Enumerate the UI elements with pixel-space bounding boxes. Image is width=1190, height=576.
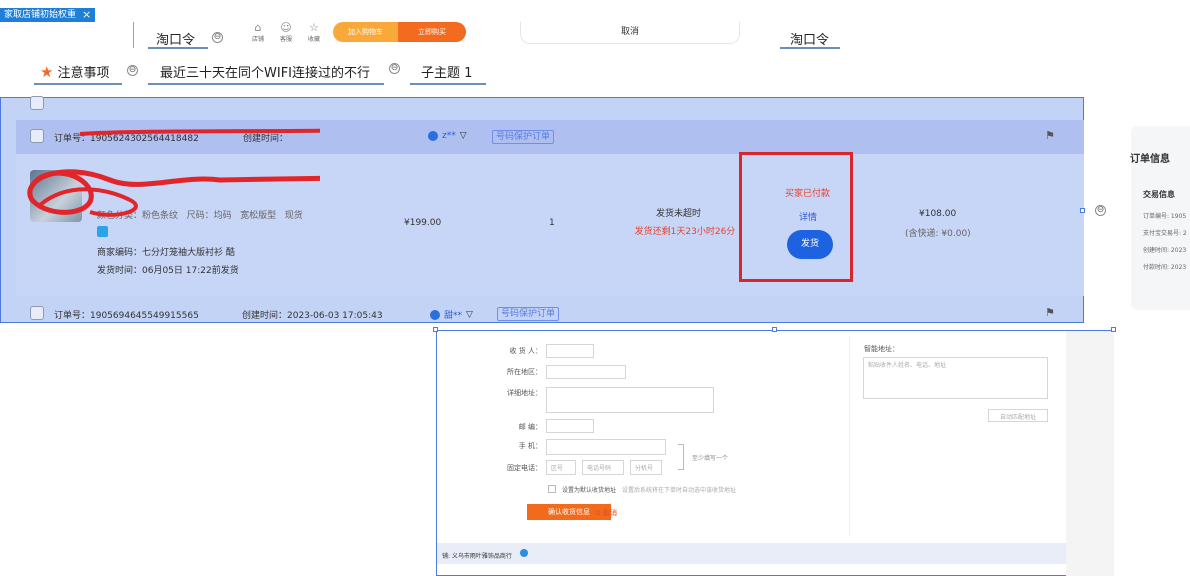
order-checkbox[interactable] — [30, 129, 44, 143]
default-hint: 设置后系统将在下单时自动选中该收货地址 — [622, 487, 737, 494]
detail-textarea[interactable] — [546, 387, 714, 413]
shop-icon: ⌂ 店铺 — [251, 21, 264, 44]
node-taokou-left[interactable]: 淘口令 — [156, 29, 195, 48]
product-thumbnail[interactable] — [30, 170, 82, 222]
star-icon: ★ — [40, 62, 54, 81]
receiver-label: 收 货 人： — [509, 347, 542, 355]
info-row: 订单编号: 1905 — [1143, 213, 1187, 220]
node-notes[interactable]: ★ 注意事项 — [40, 62, 110, 82]
bracket — [678, 444, 684, 470]
window-tab-title: 家取店铺初始权重 — [4, 10, 77, 20]
divider — [849, 336, 850, 536]
info-row: 支付宝交易号: 2 — [1143, 230, 1187, 237]
collapse-icon[interactable]: ⊖ — [127, 65, 138, 76]
connector-line — [780, 47, 840, 49]
highlight-box — [739, 152, 853, 282]
receiver-input[interactable] — [546, 344, 594, 358]
merchant-code: 商家编码：七分灯笼袖大版衬衫 酷 — [97, 248, 235, 258]
node-wifi-rule[interactable]: 最近三十天在同个WIFI连接过的不行 — [160, 62, 370, 81]
chat-icon[interactable] — [520, 549, 528, 557]
mobile-label: 手 机： — [518, 442, 542, 450]
buyer-avatar-icon — [430, 309, 440, 320]
resize-handle[interactable] — [1080, 208, 1085, 213]
resize-handle[interactable] — [772, 327, 777, 332]
default-checkbox[interactable] — [548, 485, 556, 493]
connector-line — [133, 22, 134, 48]
filter-icon[interactable]: ▽ — [460, 131, 467, 141]
ship-remaining: 发货还剩1天23小时26分 — [634, 227, 736, 237]
close-icon[interactable]: × — [82, 8, 91, 22]
collapse-icon[interactable]: ⊖ — [389, 63, 400, 74]
protect-tag: 号码保护订单 — [497, 307, 560, 321]
phone-label: 固定电话： — [507, 464, 542, 472]
store-bar — [437, 543, 1066, 564]
node-cancel[interactable]: 取消 — [520, 22, 740, 44]
total-amount: ¥108.00 — [919, 209, 957, 219]
ship-deadline: 发货时间：06月05日 17:22前发货 — [97, 266, 239, 276]
cancel-link[interactable]: ⊙ 取消 — [595, 508, 617, 518]
service-icon: ☺ 客服 — [279, 21, 292, 44]
product-props: 颜色分类：粉色条纹 尺码：均码 宽松版型 现货 — [97, 211, 303, 221]
resize-handle[interactable] — [433, 327, 438, 332]
collapse-icon[interactable]: ⊖ — [1095, 205, 1106, 216]
form-side-area — [1066, 331, 1114, 576]
select-all-checkbox[interactable] — [30, 96, 44, 110]
trade-info-title: 交易信息 — [1143, 190, 1175, 199]
node-subtopic[interactable]: 子主题 1 — [421, 62, 472, 81]
info-row: 付款时间: 2023 — [1143, 264, 1187, 271]
connector-line — [34, 83, 122, 85]
order-number: 订单号：1905694645549915565 — [54, 311, 199, 321]
node-taokou-right[interactable]: 淘口令 — [790, 29, 829, 48]
postcode-label: 邮 编： — [518, 423, 542, 431]
buy-now-button[interactable]: 立即购买 — [398, 22, 466, 42]
smart-textarea[interactable]: 粘贴收件人姓名、电话、地址 — [863, 357, 1048, 399]
collapse-icon[interactable]: ⊖ — [212, 32, 223, 43]
buyer-avatar-icon — [428, 131, 438, 141]
info-row: 创建时间: 2023 — [1143, 247, 1187, 254]
buyer-info: 甜** ▽ — [430, 308, 473, 321]
either-one-hint: 至少填写一个 — [692, 455, 729, 462]
protect-tag: 号码保护订单 — [492, 130, 555, 144]
order-info-title: 订单信息 — [1130, 154, 1170, 165]
smart-match-button[interactable]: 自动匹配地址 — [988, 409, 1048, 422]
detail-label: 详细地址： — [507, 389, 542, 397]
quantity: 1 — [549, 218, 555, 228]
flag-icon[interactable]: ⚑ — [1045, 129, 1055, 142]
shipping-fee: (含快递: ¥0.00) — [905, 229, 971, 239]
default-label: 设置为默认收货地址 — [562, 487, 617, 494]
flag-icon[interactable]: ⚑ — [1045, 306, 1055, 319]
connector-line — [410, 83, 486, 85]
created-time: 创建时间： — [243, 134, 289, 144]
favorite-icon: ☆ 收藏 — [307, 21, 320, 44]
phone-number-input[interactable]: 电话号码 — [582, 460, 624, 475]
order-checkbox[interactable] — [30, 306, 44, 320]
unit-price: ¥199.00 — [404, 218, 442, 228]
region-select[interactable] — [546, 365, 626, 379]
store-name: 铺: 义乌市雨叶雅饰品商行 — [442, 553, 512, 560]
region-label: 所在地区： — [507, 368, 542, 376]
order-number: 订单号：1905624302564418482 — [54, 134, 199, 144]
notes-label: 注意事项 — [57, 66, 110, 81]
window-tab[interactable]: 家取店铺初始权重 × — [0, 8, 96, 22]
postcode-input[interactable] — [546, 419, 594, 433]
phone-ext-input[interactable]: 分机号 — [630, 460, 662, 475]
badge-icon — [97, 226, 108, 237]
resize-handle[interactable] — [1111, 327, 1116, 332]
created-time: 创建时间：2023-06-03 17:05:43 — [242, 311, 383, 321]
filter-icon[interactable]: ▽ — [466, 310, 473, 320]
smart-label: 智能地址： — [864, 345, 899, 353]
add-cart-button[interactable]: 加入购物车 — [333, 22, 398, 42]
buyer-info: z** ▽ — [428, 131, 467, 141]
ship-status: 发货未超时 — [656, 209, 702, 219]
connector-line — [148, 83, 384, 85]
phone-area-input[interactable]: 区号 — [546, 460, 576, 475]
mobile-input[interactable] — [546, 439, 666, 455]
